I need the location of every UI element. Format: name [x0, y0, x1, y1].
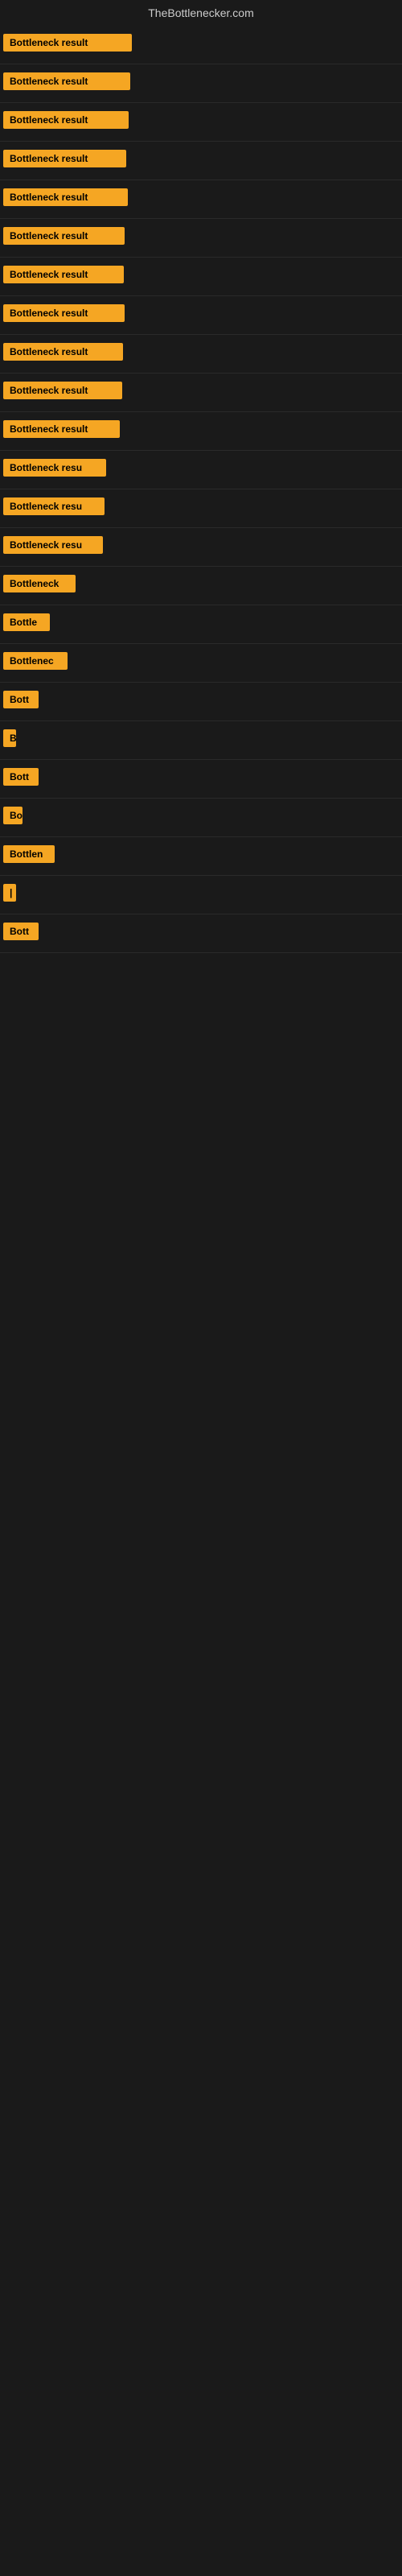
- result-row: |: [0, 876, 402, 914]
- bottleneck-result-badge[interactable]: Bottleneck result: [3, 382, 122, 399]
- result-row: Bottleneck result: [0, 26, 402, 64]
- result-row: Bottleneck: [0, 567, 402, 605]
- bottleneck-result-badge[interactable]: Bott: [3, 768, 39, 786]
- result-row: Bott: [0, 683, 402, 721]
- bottleneck-result-badge[interactable]: Bott: [3, 923, 39, 940]
- result-row: Bottleneck result: [0, 412, 402, 451]
- result-row: Bottle: [0, 605, 402, 644]
- bottleneck-result-badge[interactable]: Bottle: [3, 613, 50, 631]
- bottleneck-result-badge[interactable]: |: [3, 884, 16, 902]
- result-row: Bo: [0, 799, 402, 837]
- bottleneck-result-badge[interactable]: Bottleneck result: [3, 111, 129, 129]
- result-row: Bottleneck result: [0, 142, 402, 180]
- result-row: Bott: [0, 914, 402, 953]
- result-row: Bottleneck resu: [0, 528, 402, 567]
- bottleneck-result-badge[interactable]: Bottleneck result: [3, 227, 125, 245]
- bottleneck-result-badge[interactable]: Bottleneck result: [3, 304, 125, 322]
- bottleneck-result-badge[interactable]: B: [3, 729, 16, 747]
- bottleneck-result-badge[interactable]: Bottlen: [3, 845, 55, 863]
- result-row: Bottleneck result: [0, 103, 402, 142]
- bottleneck-result-badge[interactable]: Bottleneck result: [3, 188, 128, 206]
- result-row: Bott: [0, 760, 402, 799]
- site-title-text: TheBottlenecker.com: [148, 6, 254, 19]
- result-row: Bottleneck result: [0, 180, 402, 219]
- result-row: Bottleneck result: [0, 296, 402, 335]
- bottleneck-result-badge[interactable]: Bott: [3, 691, 39, 708]
- result-row: Bottlen: [0, 837, 402, 876]
- result-row: Bottleneck result: [0, 219, 402, 258]
- bottleneck-result-badge[interactable]: Bottleneck result: [3, 266, 124, 283]
- result-row: Bottlenec: [0, 644, 402, 683]
- bottleneck-result-badge[interactable]: Bottleneck result: [3, 420, 120, 438]
- result-row: B: [0, 721, 402, 760]
- result-row: Bottleneck result: [0, 64, 402, 103]
- bottleneck-result-badge[interactable]: Bottleneck resu: [3, 536, 103, 554]
- bottleneck-result-badge[interactable]: Bottleneck result: [3, 34, 132, 52]
- bottleneck-result-badge[interactable]: Bottleneck result: [3, 343, 123, 361]
- bottleneck-result-badge[interactable]: Bottleneck resu: [3, 497, 105, 515]
- bottleneck-result-badge[interactable]: Bottleneck: [3, 575, 76, 592]
- site-title: TheBottlenecker.com: [0, 0, 402, 26]
- result-row: Bottleneck resu: [0, 451, 402, 489]
- result-row: Bottleneck result: [0, 335, 402, 374]
- result-row: Bottleneck result: [0, 374, 402, 412]
- result-row: Bottleneck resu: [0, 489, 402, 528]
- bottleneck-result-badge[interactable]: Bottleneck result: [3, 150, 126, 167]
- bottleneck-result-badge[interactable]: Bottlenec: [3, 652, 68, 670]
- bottleneck-result-badge[interactable]: Bo: [3, 807, 23, 824]
- bottleneck-result-badge[interactable]: Bottleneck result: [3, 72, 130, 90]
- result-row: Bottleneck result: [0, 258, 402, 296]
- bottleneck-result-badge[interactable]: Bottleneck resu: [3, 459, 106, 477]
